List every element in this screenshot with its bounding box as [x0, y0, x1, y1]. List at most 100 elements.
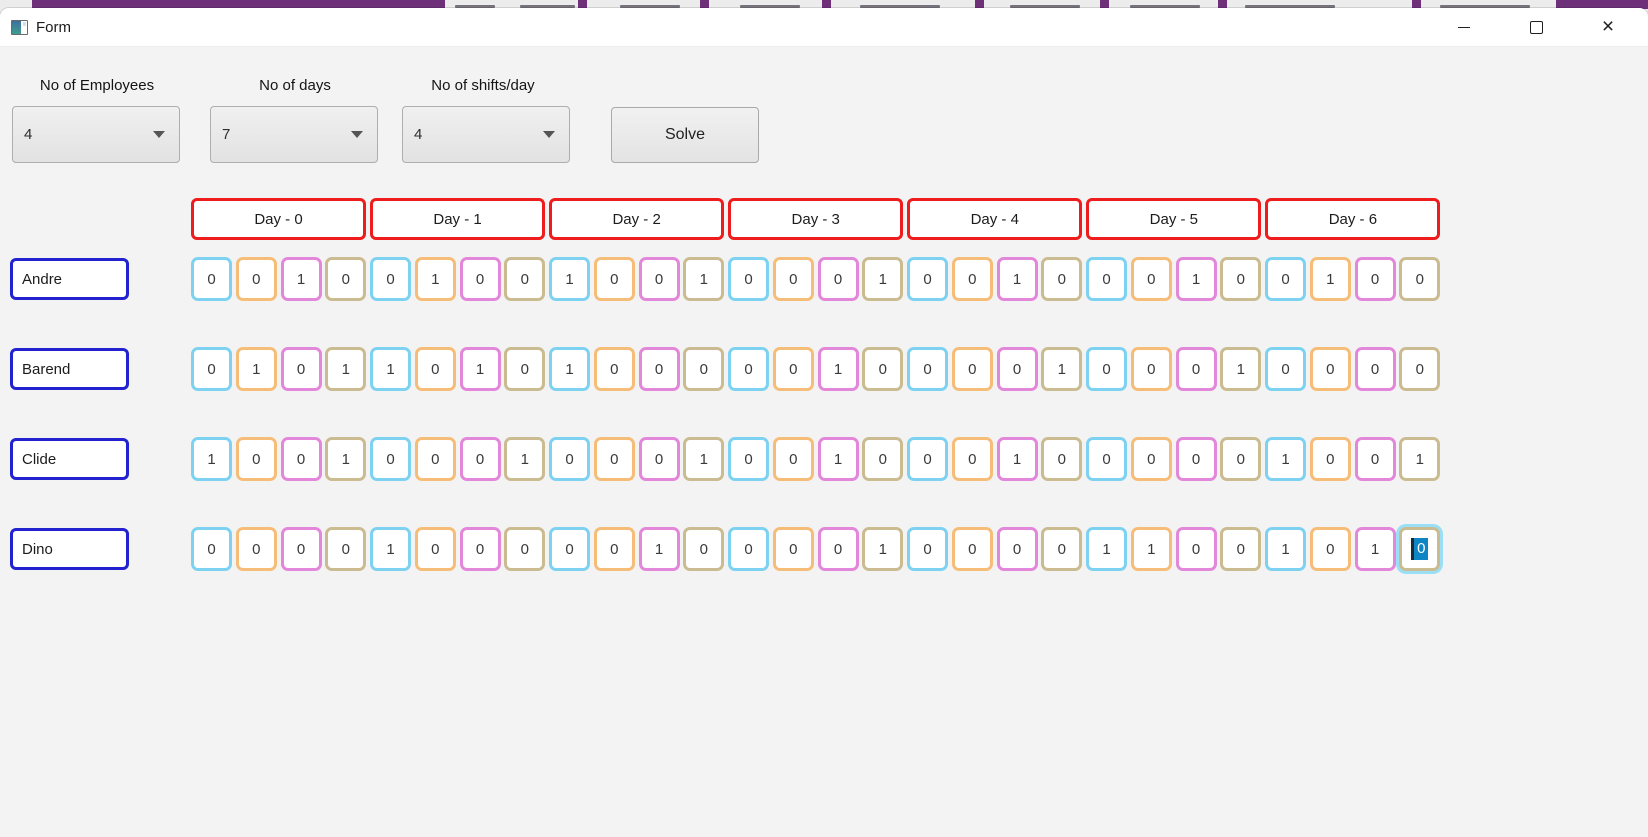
shift-cell[interactable]: 0 — [549, 437, 590, 481]
employee-name-input[interactable]: Clide — [10, 438, 129, 480]
shift-cell[interactable]: 0 — [683, 527, 725, 571]
shift-cell[interactable]: 0 — [370, 437, 411, 481]
shift-cell[interactable]: 0 — [951, 527, 993, 571]
shift-cell[interactable]: 1 — [1309, 257, 1351, 301]
shift-cell[interactable]: 0 — [1354, 257, 1396, 301]
shift-cell[interactable]: 0 — [951, 257, 993, 301]
shift-cell[interactable]: 0 — [817, 527, 859, 571]
employee-name-input[interactable]: Andre — [10, 258, 129, 300]
shift-cell[interactable]: 0 — [1086, 347, 1127, 391]
shift-cell[interactable]: 0 — [280, 437, 322, 481]
shift-cell[interactable]: 1 — [817, 437, 859, 481]
shift-cell[interactable]: 0 — [1175, 347, 1217, 391]
shift-cell[interactable]: 0 — [325, 257, 367, 301]
shift-cell[interactable]: 0 — [996, 527, 1038, 571]
shift-cell[interactable]: 0 — [907, 257, 948, 301]
shift-cell[interactable]: 0 — [1220, 257, 1262, 301]
shift-cell[interactable]: 0 — [1086, 257, 1127, 301]
shift-cell[interactable]: 0 — [638, 257, 680, 301]
shift-cell[interactable]: 0 — [1399, 347, 1441, 391]
shift-cell[interactable]: 0 — [728, 347, 769, 391]
shift-cell[interactable]: 1 — [459, 347, 501, 391]
shift-cell[interactable]: 0 — [504, 527, 546, 571]
shift-cell[interactable]: 1 — [1265, 527, 1306, 571]
shift-cell[interactable]: 0 — [235, 257, 277, 301]
shift-cell[interactable]: 0 — [191, 527, 232, 571]
shift-cell[interactable]: 0 — [1130, 257, 1172, 301]
shift-cell[interactable]: 0 — [191, 257, 232, 301]
shift-cell[interactable]: 0 — [772, 347, 814, 391]
shift-cell[interactable]: 0 — [951, 437, 993, 481]
shift-cell[interactable]: 1 — [325, 347, 367, 391]
shift-cell[interactable]: 0 — [1175, 527, 1217, 571]
shift-cell[interactable]: 0 — [1265, 347, 1306, 391]
shift-cell[interactable]: 0 — [1130, 437, 1172, 481]
shift-cell[interactable]: 0 — [593, 437, 635, 481]
shift-cell[interactable]: 0 — [1399, 527, 1441, 571]
shift-cell[interactable]: 1 — [549, 347, 590, 391]
shift-cell[interactable]: 0 — [1175, 437, 1217, 481]
shift-cell[interactable]: 1 — [683, 437, 725, 481]
shift-cell[interactable]: 1 — [1399, 437, 1441, 481]
shift-cell[interactable]: 0 — [414, 437, 456, 481]
shift-cell[interactable]: 0 — [459, 437, 501, 481]
shift-cell[interactable]: 0 — [638, 437, 680, 481]
employee-name-input[interactable]: Barend — [10, 348, 129, 390]
shift-cell[interactable]: 0 — [996, 347, 1038, 391]
shift-cell[interactable]: 1 — [370, 527, 411, 571]
shift-cell[interactable]: 1 — [325, 437, 367, 481]
shift-cell[interactable]: 0 — [817, 257, 859, 301]
shift-cell[interactable]: 0 — [504, 257, 546, 301]
shift-cell[interactable]: 1 — [504, 437, 546, 481]
shift-cell[interactable]: 0 — [1041, 257, 1083, 301]
shift-cell[interactable]: 1 — [817, 347, 859, 391]
shift-cell[interactable]: 1 — [1265, 437, 1306, 481]
shift-cell[interactable]: 1 — [370, 347, 411, 391]
shift-cell[interactable]: 0 — [280, 527, 322, 571]
shift-cell[interactable]: 1 — [191, 437, 232, 481]
shift-cell[interactable]: 1 — [683, 257, 725, 301]
shift-cell[interactable]: 0 — [235, 527, 277, 571]
shift-cell[interactable]: 1 — [549, 257, 590, 301]
shift-cell[interactable]: 0 — [728, 257, 769, 301]
shift-cell[interactable]: 1 — [996, 257, 1038, 301]
shift-cell[interactable]: 0 — [1041, 437, 1083, 481]
shift-cell[interactable]: 0 — [1309, 527, 1351, 571]
shift-cell[interactable]: 0 — [728, 437, 769, 481]
shift-cell[interactable]: 0 — [1086, 437, 1127, 481]
shift-cell[interactable]: 1 — [280, 257, 322, 301]
shift-cell[interactable]: 0 — [1041, 527, 1083, 571]
shift-cell[interactable]: 1 — [862, 527, 904, 571]
shift-cell[interactable]: 0 — [1309, 437, 1351, 481]
employee-name-input[interactable]: Dino — [10, 528, 129, 570]
shift-cell[interactable]: 0 — [280, 347, 322, 391]
shift-cell[interactable]: 0 — [414, 347, 456, 391]
shift-cell[interactable]: 0 — [862, 347, 904, 391]
shift-cell[interactable]: 0 — [772, 257, 814, 301]
shift-cell[interactable]: 0 — [638, 347, 680, 391]
shift-cell[interactable]: 0 — [593, 347, 635, 391]
shift-cell[interactable]: 1 — [235, 347, 277, 391]
shift-cell[interactable]: 0 — [593, 527, 635, 571]
shift-cell[interactable]: 0 — [1220, 527, 1262, 571]
shift-cell[interactable]: 0 — [191, 347, 232, 391]
shift-cell[interactable]: 1 — [1354, 527, 1396, 571]
shift-cell[interactable]: 0 — [325, 527, 367, 571]
shift-cell[interactable]: 0 — [907, 527, 948, 571]
shift-cell[interactable]: 0 — [1399, 257, 1441, 301]
shift-cell[interactable]: 1 — [638, 527, 680, 571]
shift-cell[interactable]: 1 — [1086, 527, 1127, 571]
shift-cell[interactable]: 0 — [728, 527, 769, 571]
shift-cell[interactable]: 0 — [414, 527, 456, 571]
shift-cell[interactable]: 0 — [862, 437, 904, 481]
shift-cell[interactable]: 0 — [907, 437, 948, 481]
shift-cell[interactable]: 0 — [1309, 347, 1351, 391]
shift-cell[interactable]: 0 — [772, 437, 814, 481]
shift-cell[interactable]: 1 — [1041, 347, 1083, 391]
shift-cell[interactable]: 0 — [459, 257, 501, 301]
shift-cell[interactable]: 0 — [593, 257, 635, 301]
shift-cell[interactable]: 0 — [951, 347, 993, 391]
shift-cell[interactable]: 0 — [1220, 437, 1262, 481]
shift-cell[interactable]: 0 — [1354, 347, 1396, 391]
shift-cell[interactable]: 1 — [1175, 257, 1217, 301]
